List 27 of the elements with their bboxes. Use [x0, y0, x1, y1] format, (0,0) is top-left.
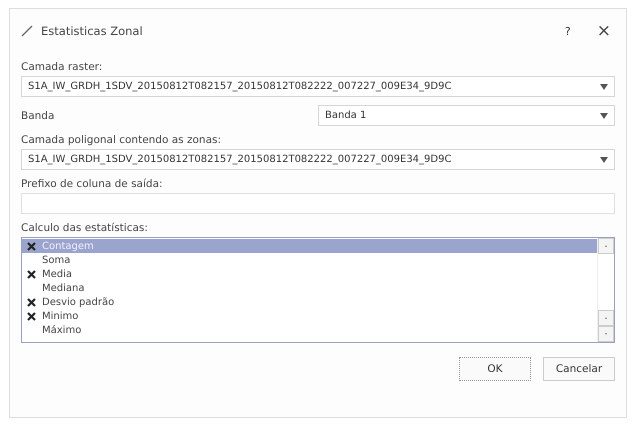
cross-check-icon[interactable]: [26, 312, 36, 320]
field-label: Camada raster:: [21, 61, 104, 73]
dropdown[interactable]: S1A_IW_GRDH_1SDV_20150812T082157_20150812T082222_007227_009E34_9D9C: [21, 76, 615, 97]
cross-check-icon[interactable]: [26, 242, 36, 250]
list-item[interactable]: Máximo: [22, 323, 597, 337]
list-item[interactable]: Media: [22, 267, 597, 281]
help-button[interactable]: ?: [550, 24, 585, 38]
cross-check-icon[interactable]: [26, 270, 36, 278]
dropdown[interactable]: Banda 1: [318, 105, 615, 126]
dropdown-arrow-icon: [600, 84, 608, 90]
input-field[interactable]: [21, 193, 615, 214]
dropdown[interactable]: S1A_IW_GRDH_1SDV_20150812T082157_20150812T082222_007227_009E34_9D9C: [21, 149, 615, 170]
field-label: Camada poligonal contendo as zonas:: [21, 134, 222, 146]
cross-check-icon[interactable]: [26, 298, 36, 306]
ok-button[interactable]: OK: [459, 357, 531, 381]
dropdown-arrow-icon: [600, 112, 608, 118]
field-label: Prefixo de coluna de saída:: [21, 178, 164, 190]
dropdown-arrow-icon: [600, 156, 608, 162]
list-item[interactable]: Soma: [22, 253, 597, 267]
list-item[interactable]: Mediana: [22, 281, 597, 295]
list-item[interactable]: Minimo: [22, 309, 597, 323]
list-item[interactable]: Desvio padrão: [22, 295, 597, 309]
field-label: Calculo das estatísticas:: [21, 222, 149, 234]
close-button[interactable]: ×: [592, 21, 615, 41]
field-label: Banda: [21, 110, 56, 122]
window-title: Estatisticas Zonal: [41, 24, 144, 38]
cancel-button[interactable]: Cancelar: [543, 357, 615, 381]
